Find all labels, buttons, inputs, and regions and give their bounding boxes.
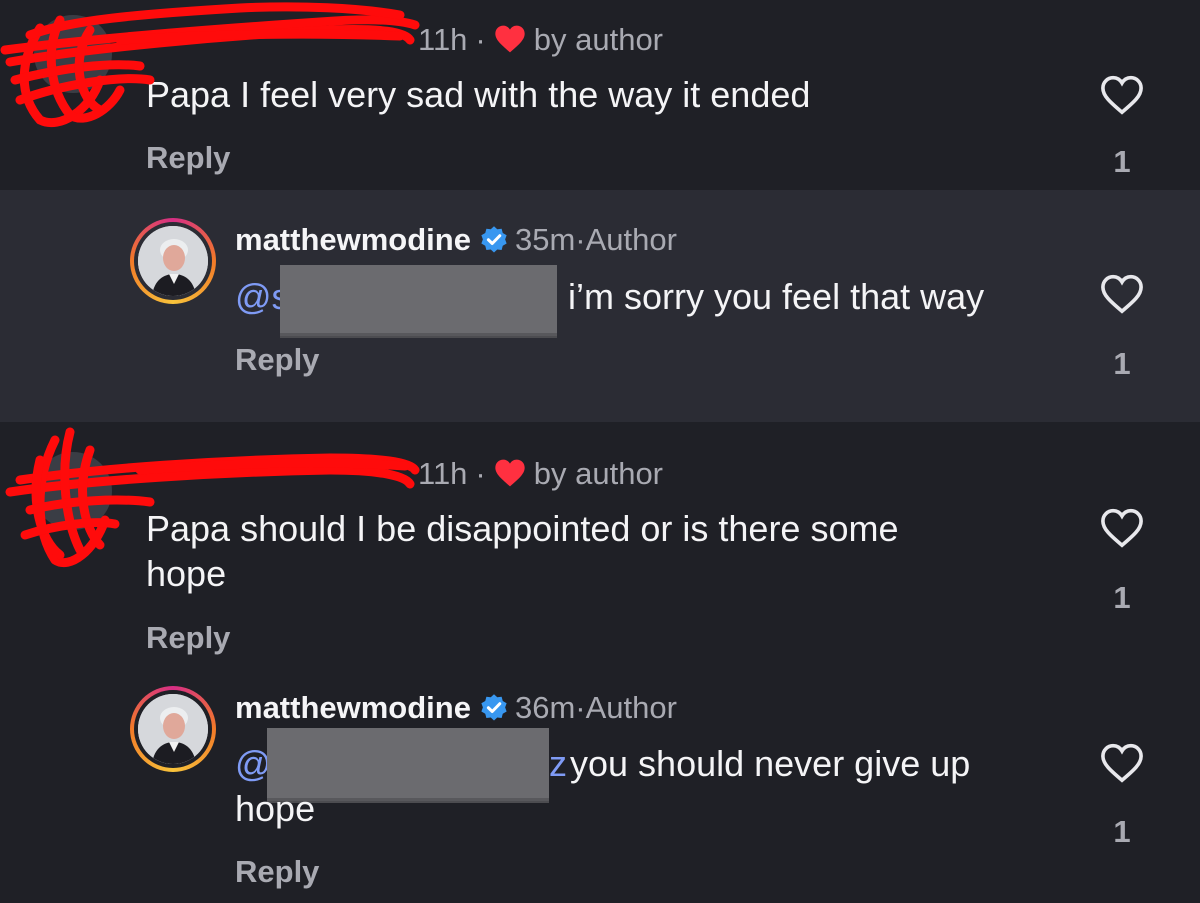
redaction-box: [280, 265, 557, 336]
author-label: Author: [585, 222, 677, 257]
reply-text-line-1: you should never give up: [570, 743, 971, 784]
reply-username[interactable]: matthewmodine: [235, 690, 471, 725]
like-count: 1: [1113, 580, 1131, 615]
author-heart-icon: [494, 458, 526, 496]
like-heart-icon[interactable]: [1100, 274, 1144, 319]
comment-meta: 11h · by author: [418, 456, 663, 496]
like-heart-icon[interactable]: [1100, 75, 1144, 120]
author-reply-2: matthewmodine 36m·Author @ z you should n…: [0, 672, 1200, 903]
author-heart-icon: [494, 24, 526, 62]
author-reply-1: matthewmodine 35m·Author @s i’m sorry you…: [0, 190, 1200, 422]
liked-by-author-label: by author: [533, 22, 664, 57]
reply-button[interactable]: Reply: [146, 140, 230, 176]
reply-time: 36m: [514, 690, 576, 725]
reply-mention-suffix[interactable]: z: [549, 741, 567, 786]
reply-button[interactable]: Reply: [235, 854, 319, 890]
like-count: 1: [1113, 144, 1131, 179]
reply-text: i’m sorry you feel that way: [568, 276, 985, 317]
reply-header: matthewmodine 35m·Author: [235, 222, 677, 260]
author-avatar[interactable]: [130, 686, 216, 772]
like-count: 1: [1113, 346, 1131, 381]
verified-badge-icon: [479, 225, 509, 260]
liked-by-author-label: by author: [533, 456, 664, 491]
comment-meta: 11h · by author: [418, 22, 663, 62]
reply-button[interactable]: Reply: [146, 620, 230, 656]
reply-button[interactable]: Reply: [235, 342, 319, 378]
reply-text-line-2: hope: [235, 788, 316, 829]
author-label: Author: [585, 690, 677, 725]
red-scribble-redaction-1: [0, 2, 420, 128]
reply-header: matthewmodine 36m·Author: [235, 690, 677, 728]
reply-username[interactable]: matthewmodine: [235, 222, 471, 257]
like-count: 1: [1113, 814, 1131, 849]
red-scribble-redaction-2: [5, 427, 420, 568]
like-heart-icon[interactable]: [1100, 743, 1144, 788]
author-avatar[interactable]: [130, 218, 216, 304]
like-heart-icon[interactable]: [1100, 508, 1144, 553]
verified-badge-icon: [479, 693, 509, 728]
reply-time: 35m: [514, 222, 576, 257]
